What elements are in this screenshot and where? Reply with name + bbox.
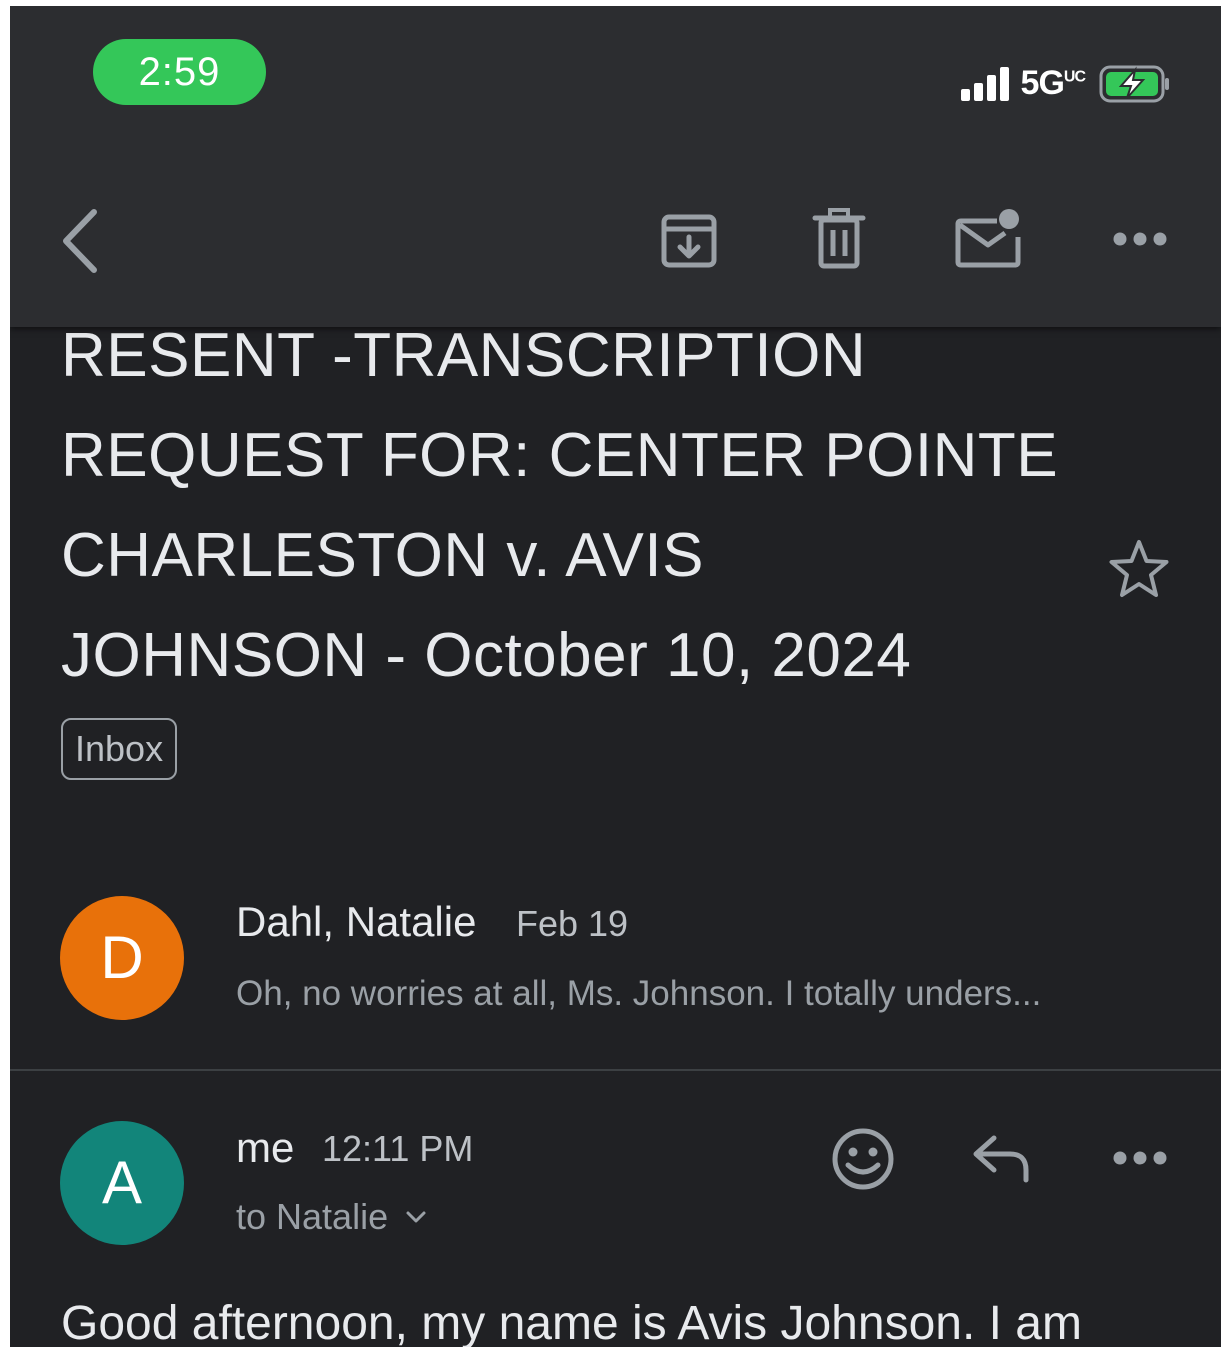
label-chip-inbox[interactable]: Inbox (61, 718, 178, 780)
archive-icon (661, 214, 717, 268)
delete-button[interactable] (807, 204, 871, 274)
recipient-details-toggle[interactable]: to Natalie (236, 1196, 428, 1238)
back-button[interactable] (50, 206, 110, 276)
subject-line: CHARLESTON v. AVIS (61, 521, 704, 590)
avatar[interactable]: A (60, 1121, 184, 1245)
email-screen: 2:59 5GUC RESENT -TRANSCRIPTION REQUEST … (10, 6, 1221, 1347)
recipient-text: to Natalie (236, 1196, 389, 1237)
reply-button[interactable] (968, 1128, 1034, 1188)
message-time: 12:11 PM (322, 1128, 474, 1169)
star-button[interactable] (1104, 534, 1174, 604)
message-body: Good afternoon, my name is Avis Johnson.… (61, 1297, 1082, 1347)
reply-icon (973, 1135, 1029, 1183)
more-horizontal-icon (1113, 1151, 1167, 1165)
avatar[interactable]: D (60, 896, 184, 1020)
subject-line: JOHNSON - October 10, 2024 (61, 621, 912, 690)
message-date: Feb 19 (516, 903, 629, 944)
network-type: 5GUC (1020, 63, 1086, 102)
chevron-down-icon (406, 1211, 426, 1223)
cellular-signal-icon (960, 65, 1009, 101)
mark-unread-button[interactable] (952, 204, 1024, 274)
message-snippet: Oh, no worries at all, Ms. Johnson. I to… (236, 974, 1042, 1013)
battery-charging-icon (1099, 65, 1169, 103)
email-subject: RESENT -TRANSCRIPTION REQUEST FOR: CENTE… (61, 306, 1061, 706)
emoji-icon (832, 1128, 894, 1190)
status-indicators: 5GUC (960, 61, 1169, 105)
sender-name: me (236, 1124, 295, 1171)
status-time: 2:59 (93, 39, 266, 105)
add-reaction-button[interactable] (828, 1124, 898, 1194)
subject-line: REQUEST FOR: CENTER POINTE (61, 421, 1059, 490)
archive-button[interactable] (655, 206, 723, 274)
star-outline-icon (1109, 540, 1169, 597)
more-horizontal-icon (1113, 232, 1167, 246)
message-divider (10, 1069, 1221, 1071)
chevron-left-icon (63, 209, 97, 273)
mail-unread-icon (955, 209, 1021, 268)
more-options-button[interactable] (1108, 221, 1172, 257)
trash-icon (812, 208, 866, 269)
top-app-bar: 2:59 5GUC (10, 6, 1221, 327)
sender-name: Dahl, Natalie (236, 898, 477, 945)
message-more-button[interactable] (1108, 1140, 1172, 1176)
